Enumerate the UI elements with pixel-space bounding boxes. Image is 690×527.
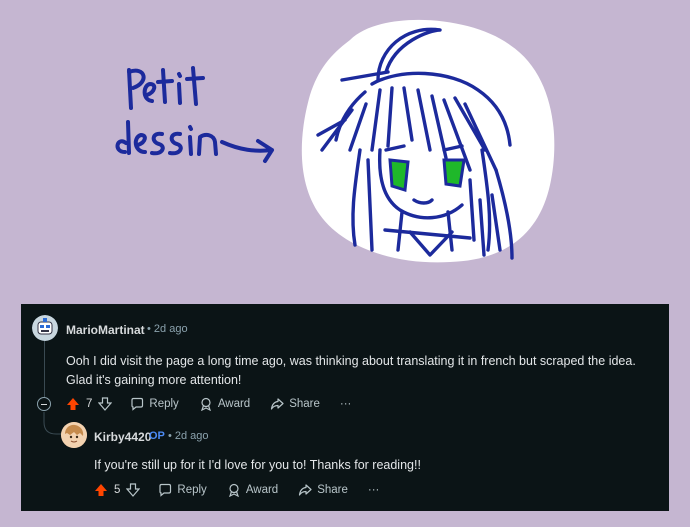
comment-meta: • 2d ago	[147, 323, 188, 335]
comment-time[interactable]: 2d ago	[175, 430, 209, 442]
handwritten-caption	[115, 66, 274, 163]
more-icon: ···	[339, 398, 352, 410]
award-label: Award	[245, 484, 279, 496]
vote-count: 5	[114, 484, 121, 496]
avatar[interactable]	[61, 422, 87, 448]
left-eye	[388, 158, 410, 192]
comment-time[interactable]: 2d ago	[154, 323, 188, 335]
right-eye	[442, 158, 466, 188]
reply-label: Reply	[177, 484, 207, 496]
comment-body: If you're still up for it I'd love for y…	[94, 458, 421, 472]
award-icon	[228, 483, 239, 497]
share-label: Share	[289, 398, 320, 410]
comment-body: Ooh I did visit the page a long time ago…	[66, 354, 636, 387]
separator: •	[167, 430, 172, 442]
avatar[interactable]	[32, 315, 58, 341]
reply-button[interactable]: Reply	[130, 397, 179, 411]
award-icon	[200, 397, 211, 411]
reply-icon	[131, 397, 144, 411]
share-label: Share	[317, 484, 348, 496]
share-button[interactable]: Share	[298, 483, 348, 497]
comment-thread: MarioMartinat • 2d ago Ooh I did visit t…	[21, 304, 669, 511]
upvote-icon[interactable]	[66, 397, 80, 411]
comment-meta: OP • 2d ago	[149, 430, 209, 442]
award-button[interactable]: Award	[199, 397, 250, 411]
share-icon	[271, 398, 284, 410]
more-options-button[interactable]: ···	[340, 398, 352, 410]
reply-icon	[159, 483, 172, 497]
separator: •	[147, 323, 151, 335]
collapse-button[interactable]	[37, 397, 51, 411]
comment-actions: 7 Reply Award Share ···	[66, 394, 371, 414]
thread-line	[44, 340, 45, 398]
comment-username[interactable]: MarioMartinat	[66, 323, 145, 337]
reply-button[interactable]: Reply	[158, 483, 207, 497]
award-button[interactable]: Award	[227, 483, 278, 497]
downvote-icon[interactable]	[126, 483, 141, 497]
more-icon: ···	[367, 484, 380, 496]
reply-label: Reply	[149, 398, 179, 410]
vote-count: 7	[86, 398, 93, 410]
share-button[interactable]: Share	[270, 397, 320, 411]
downvote-icon[interactable]	[98, 397, 113, 411]
upvote-icon[interactable]	[94, 483, 108, 497]
comment-actions: 5 Reply Award Share ···	[94, 480, 399, 500]
vote-control: 5	[94, 483, 141, 497]
share-icon	[299, 484, 312, 496]
award-label: Award	[217, 398, 251, 410]
drawing-canvas	[115, 19, 555, 263]
op-badge: OP	[149, 430, 165, 442]
more-options-button[interactable]: ···	[368, 484, 380, 496]
comment-username[interactable]: Kirby4420	[94, 430, 151, 444]
vote-control: 7	[66, 397, 113, 411]
